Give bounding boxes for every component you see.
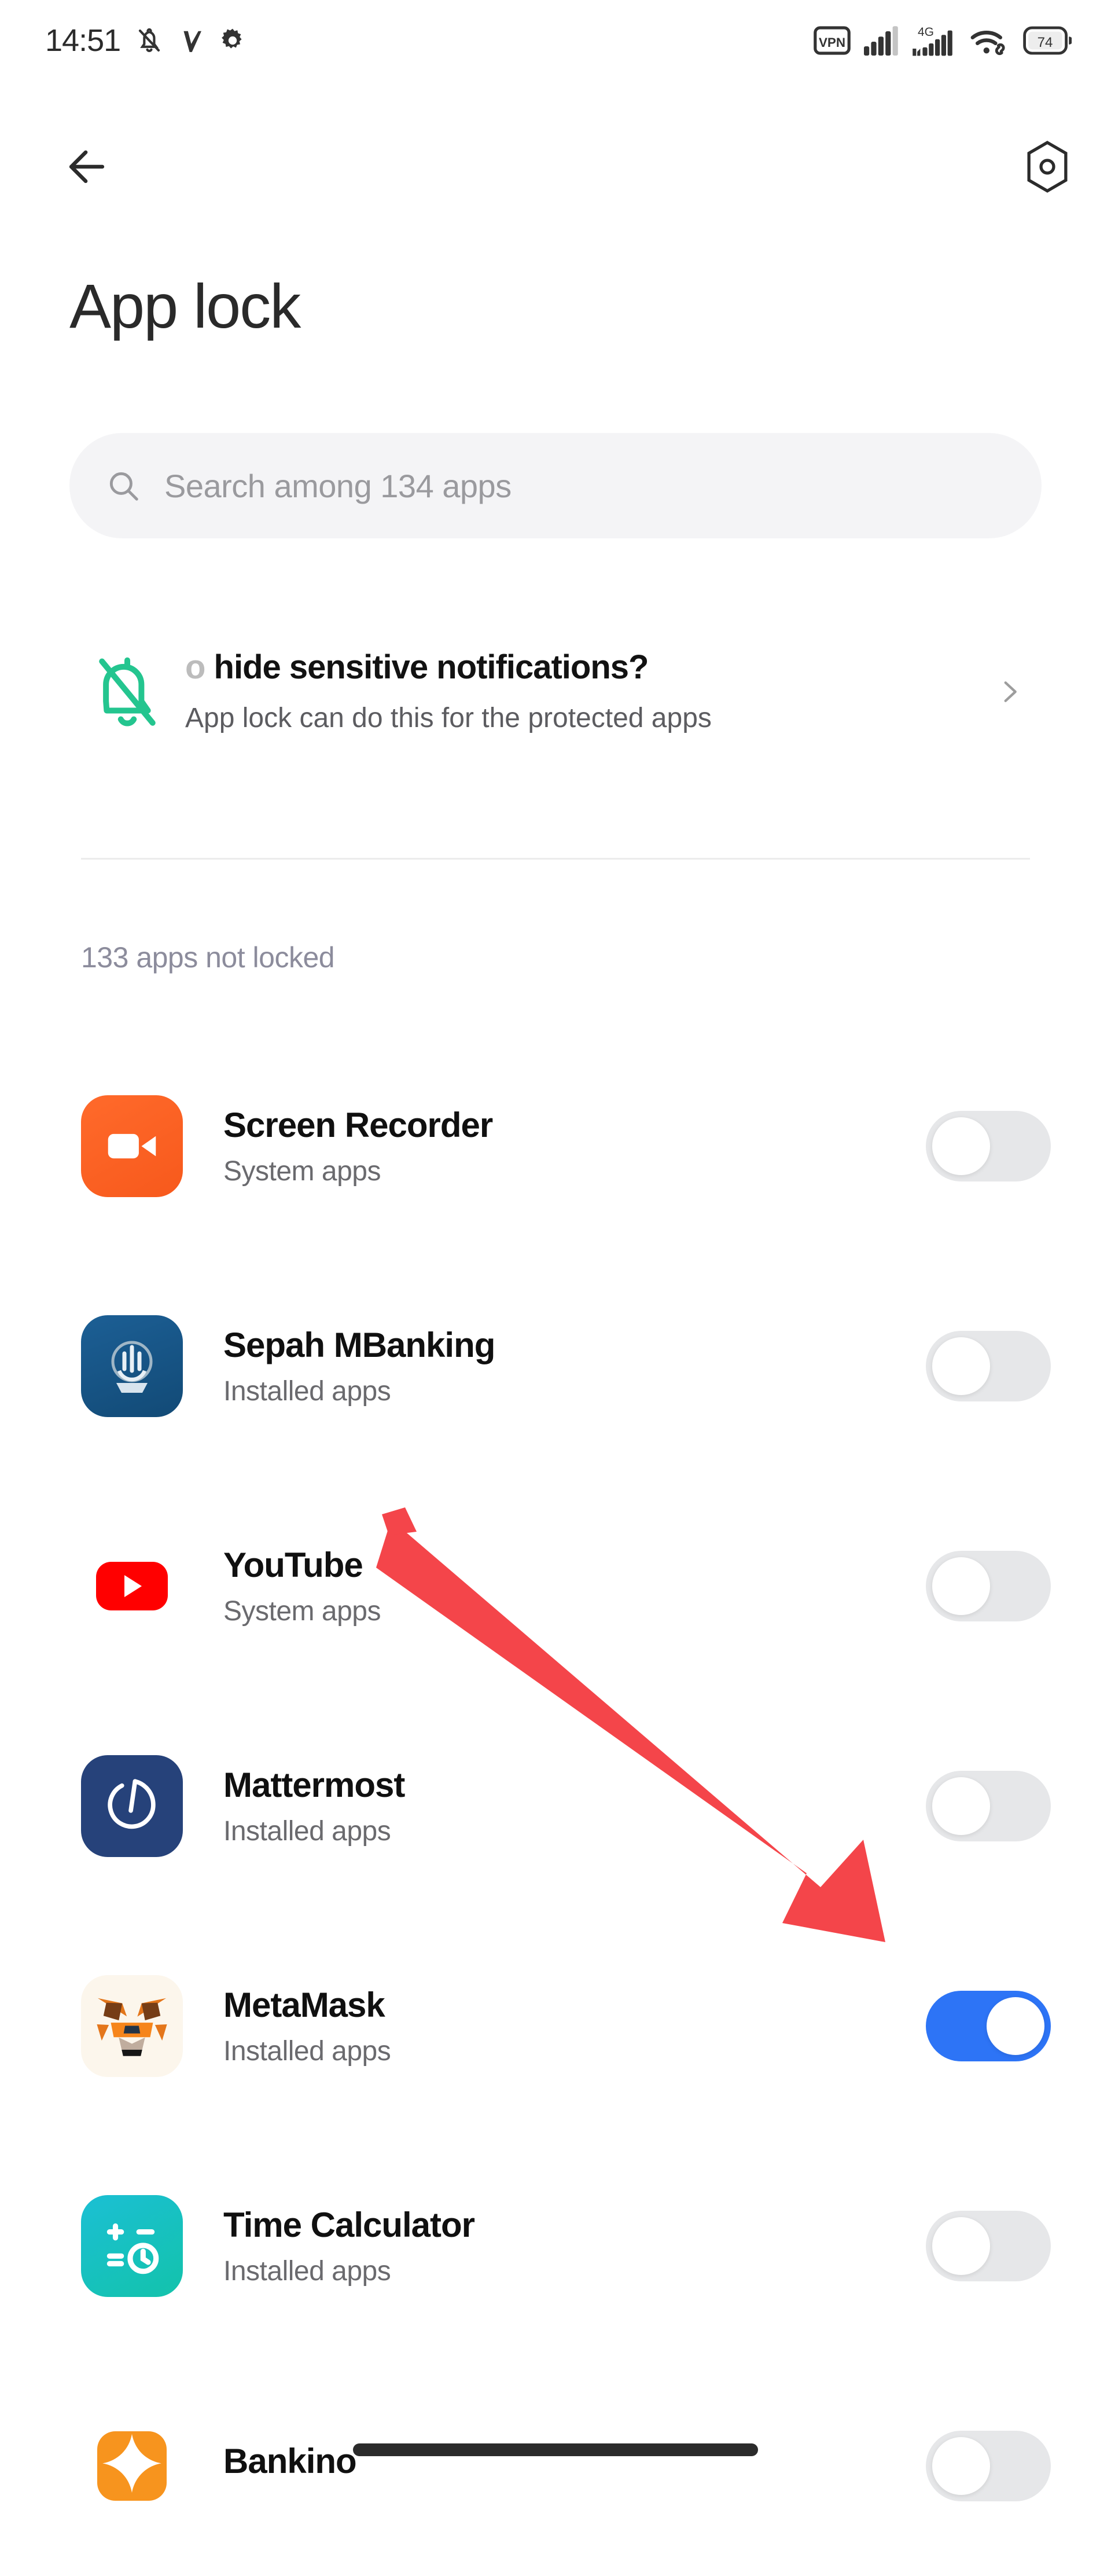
vpn-badge-icon: VPN xyxy=(814,24,851,57)
app-lock-toggle[interactable] xyxy=(926,1331,1051,1401)
banner-title: o hide sensitive notifications? xyxy=(185,647,955,688)
4g-signal-icon: 4G xyxy=(912,24,957,57)
toggle-knob xyxy=(932,1557,990,1615)
banner-title-main: hide sensitive notifications? xyxy=(205,648,648,686)
table-row[interactable]: YouTube System apps xyxy=(0,1476,1111,1696)
app-list: Screen Recorder System apps Sepah MBanki… xyxy=(0,1036,1111,2576)
banner-title-ghost: o xyxy=(185,648,205,686)
gesture-nav-bar xyxy=(353,2443,758,2456)
status-bar: 14:51 VPN xyxy=(0,0,1111,81)
toggle-knob xyxy=(932,1777,990,1835)
table-row[interactable]: Bankino xyxy=(0,2356,1111,2576)
toggle-knob xyxy=(932,1117,990,1175)
table-row[interactable]: Time Calculator Installed apps xyxy=(0,2136,1111,2356)
app-name: Mattermost xyxy=(223,1765,926,1805)
status-bar-left: 14:51 xyxy=(45,23,248,58)
hide-notifications-banner[interactable]: o hide sensitive notifications? App lock… xyxy=(69,585,1042,799)
app-meta: MetaMask Installed apps xyxy=(183,1985,926,2067)
bell-muted-icon xyxy=(69,648,185,735)
search-input[interactable]: Search among 134 apps xyxy=(69,433,1042,538)
app-category: Installed apps xyxy=(223,2035,926,2067)
back-button[interactable] xyxy=(60,140,113,193)
search-placeholder: Search among 134 apps xyxy=(164,467,512,505)
time-calculator-icon xyxy=(81,2195,183,2297)
chevron-right-icon[interactable] xyxy=(978,675,1042,709)
banner-text: o hide sensitive notifications? App lock… xyxy=(185,647,978,736)
screen-recorder-icon xyxy=(81,1095,183,1197)
wifi-link-icon xyxy=(970,24,1010,57)
gear-icon xyxy=(218,25,248,56)
status-bar-clock: 14:51 xyxy=(45,23,120,58)
toggle-knob xyxy=(987,1997,1044,2055)
app-lock-toggle[interactable] xyxy=(926,2431,1051,2501)
app-name: MetaMask xyxy=(223,1985,926,2025)
section-label: 133 apps not locked xyxy=(81,941,334,974)
app-category: Installed apps xyxy=(223,1375,926,1407)
table-row[interactable]: Screen Recorder System apps xyxy=(0,1036,1111,1256)
toggle-knob xyxy=(932,2437,990,2495)
sepah-mbanking-icon xyxy=(81,1315,183,1417)
search-icon xyxy=(105,468,141,504)
app-name: YouTube xyxy=(223,1545,926,1585)
svg-text:VPN: VPN xyxy=(819,35,845,50)
app-category: Installed apps xyxy=(223,2255,926,2287)
app-meta: Mattermost Installed apps xyxy=(183,1765,926,1847)
status-bar-right: VPN 4G xyxy=(814,24,1072,57)
app-lock-toggle[interactable] xyxy=(926,2211,1051,2281)
app-bar xyxy=(0,132,1111,201)
app-name: Time Calculator xyxy=(223,2205,926,2245)
toggle-knob xyxy=(932,1337,990,1395)
table-row[interactable]: MetaMask Installed apps xyxy=(0,1916,1111,2136)
app-meta: Time Calculator Installed apps xyxy=(183,2205,926,2287)
vpn-check-icon xyxy=(178,25,204,56)
app-category: Installed apps xyxy=(223,1815,926,1847)
bell-mute-icon xyxy=(134,25,164,56)
metamask-icon xyxy=(81,1975,183,2077)
battery-level-text: 74 xyxy=(1038,35,1053,50)
app-meta: YouTube System apps xyxy=(183,1545,926,1627)
app-name: Sepah MBanking xyxy=(223,1325,926,1365)
battery-icon: 74 xyxy=(1023,25,1072,56)
toggle-knob xyxy=(932,2217,990,2275)
app-lock-toggle[interactable] xyxy=(926,1551,1051,1621)
hexagon-gear-icon[interactable] xyxy=(1023,140,1072,193)
app-lock-toggle[interactable] xyxy=(926,1771,1051,1841)
app-meta: Screen Recorder System apps xyxy=(183,1105,926,1187)
app-category: System apps xyxy=(223,1155,926,1187)
table-row[interactable]: Mattermost Installed apps xyxy=(0,1696,1111,1916)
mattermost-icon xyxy=(81,1755,183,1857)
app-lock-toggle[interactable] xyxy=(926,1111,1051,1181)
youtube-icon xyxy=(81,1535,183,1637)
signal-bars-icon xyxy=(863,24,899,57)
app-category: System apps xyxy=(223,1595,926,1627)
page-title: App lock xyxy=(69,272,300,341)
banner-subtitle: App lock can do this for the protected a… xyxy=(185,700,862,736)
table-row[interactable]: Sepah MBanking Installed apps xyxy=(0,1256,1111,1476)
app-meta: Sepah MBanking Installed apps xyxy=(183,1325,926,1407)
svg-text:4G: 4G xyxy=(918,25,934,39)
section-divider xyxy=(81,858,1030,860)
metamask-toggle[interactable] xyxy=(926,1991,1051,2061)
app-name: Screen Recorder xyxy=(223,1105,926,1145)
bankino-icon xyxy=(81,2415,183,2517)
